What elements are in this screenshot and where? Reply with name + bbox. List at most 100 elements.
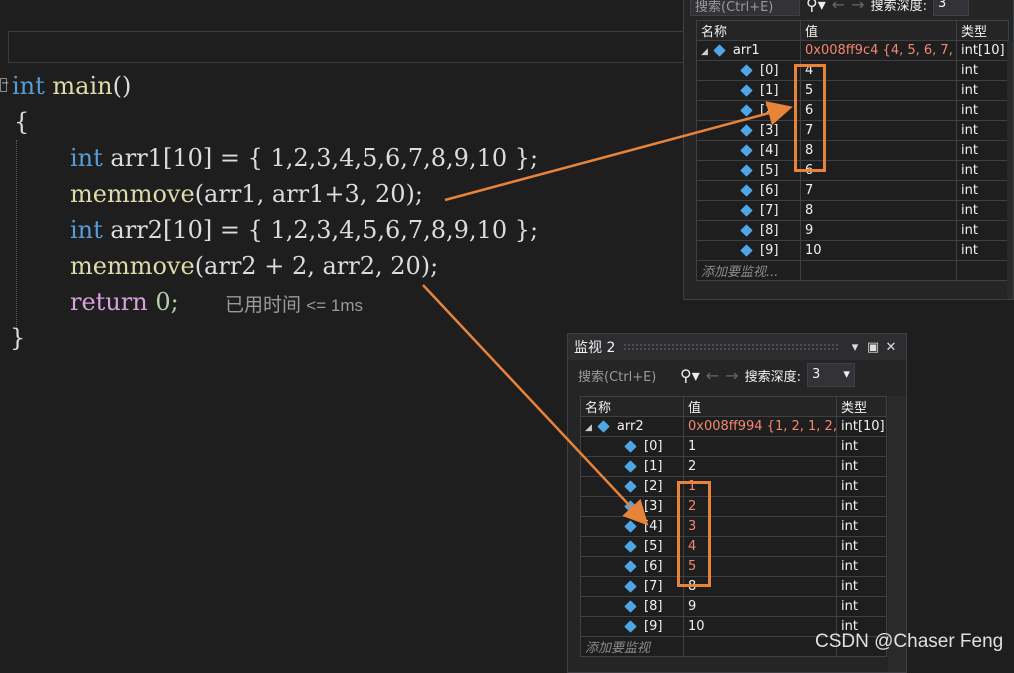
watch-element-row[interactable]: [4] 8 int (696, 140, 1009, 161)
element-name-cell[interactable]: [8] (696, 220, 801, 241)
watch1-depth-select[interactable]: 3 (932, 0, 969, 16)
element-name-cell[interactable]: [2] (696, 100, 801, 121)
watch-parent-row[interactable]: ◢ arr2 0x008ff994 {1, 2, 1, 2,... int[10] (580, 416, 887, 437)
element-name-cell[interactable]: [0] (580, 436, 684, 457)
element-name-cell[interactable]: [7] (580, 576, 684, 597)
watch-element-row[interactable]: [7] 8 int (580, 576, 887, 597)
add-watch-cell[interactable]: 添加要监视 (580, 636, 684, 657)
element-name: [8] (760, 223, 779, 238)
column-header-name[interactable]: 名称 (580, 396, 684, 417)
element-name-cell[interactable]: [9] (696, 240, 801, 261)
watch-element-row[interactable]: [0] 1 int (580, 436, 887, 457)
variable-icon (740, 124, 753, 137)
forward-arrow-icon[interactable]: → (851, 0, 864, 14)
search-icon[interactable]: ⚲▾ (806, 0, 826, 14)
watch-element-row[interactable]: [3] 7 int (696, 120, 1009, 141)
element-value-cell[interactable]: 2 (683, 456, 837, 477)
watch-element-row[interactable]: [2] 1 int (580, 476, 887, 497)
element-name-cell[interactable]: [5] (580, 536, 684, 557)
element-name-cell[interactable]: [3] (696, 120, 801, 141)
watch-panel-1[interactable]: 搜索(Ctrl+E) ⚲▾ ← → 搜索深度: 3 名称 值 类型 ◢ arr1 0… (683, 0, 1014, 300)
element-value-cell[interactable]: 10 (800, 240, 957, 261)
element-value-cell[interactable]: 8 (800, 200, 957, 221)
element-name-cell[interactable]: [2] (580, 476, 684, 497)
watch2-search-input[interactable]: 搜索(Ctrl+E) (574, 363, 674, 387)
column-header-value[interactable]: 值 (800, 20, 957, 41)
var-value-cell[interactable]: 0x008ff994 {1, 2, 1, 2,... (683, 416, 837, 437)
watch1-scrollbar[interactable] (1007, 41, 1013, 299)
watch-element-row[interactable]: [4] 3 int (580, 516, 887, 537)
element-name-cell[interactable]: [1] (696, 80, 801, 101)
column-header-type[interactable]: 类型 (956, 20, 1009, 41)
watch-element-row[interactable]: [1] 2 int (580, 456, 887, 477)
var-name-cell[interactable]: ◢ arr1 (696, 40, 801, 61)
search-icon[interactable]: ⚲▾ (680, 366, 700, 385)
expand-triangle-icon[interactable]: ◢ (585, 423, 592, 433)
element-name-cell[interactable]: [9] (580, 616, 684, 637)
element-name-cell[interactable]: [4] (580, 516, 684, 537)
element-type-cell: int (836, 436, 887, 457)
column-header-type[interactable]: 类型 (836, 396, 887, 417)
element-value-cell[interactable]: 7 (800, 180, 957, 201)
variable-icon (740, 224, 753, 237)
back-arrow-icon[interactable]: ← (832, 0, 845, 14)
column-header-name[interactable]: 名称 (696, 20, 801, 41)
element-name-cell[interactable]: [6] (696, 180, 801, 201)
element-name-cell[interactable]: [5] (696, 160, 801, 181)
watch-element-row[interactable]: [2] 6 int (696, 100, 1009, 121)
add-watch-row[interactable]: 添加要监视... (696, 260, 1009, 281)
element-name-cell[interactable]: [8] (580, 596, 684, 617)
watch2-titlebar[interactable]: 监视 2 ▾ ▣ ✕ (568, 334, 906, 360)
element-name-cell[interactable]: [0] (696, 60, 801, 81)
element-name: [7] (760, 203, 779, 218)
close-icon[interactable]: ✕ (882, 340, 900, 355)
watch2-depth-select[interactable]: 3 ▾ (806, 363, 855, 387)
watch-element-row[interactable]: [5] 4 int (580, 536, 887, 557)
watch-parent-row[interactable]: ◢ arr1 0x008ff9c4 {4, 5, 6, 7, ... int[10] (696, 40, 1009, 61)
element-name: [6] (760, 183, 779, 198)
watch-panel-2[interactable]: 监视 2 ▾ ▣ ✕ 搜索(Ctrl+E) ⚲▾ ← → 搜索深度: 3 ▾ 名称… (567, 333, 907, 673)
watch-element-row[interactable]: [6] 7 int (696, 180, 1009, 201)
forward-arrow-icon[interactable]: → (725, 366, 738, 385)
var-type-cell: int[10] (836, 416, 887, 437)
watch1-depth-label: 搜索深度: (870, 0, 927, 14)
var-value-cell[interactable]: 0x008ff9c4 {4, 5, 6, 7, ... (800, 40, 957, 61)
element-name: [3] (760, 123, 779, 138)
add-watch-cell[interactable]: 添加要监视... (696, 260, 801, 281)
expand-triangle-icon[interactable]: ◢ (701, 47, 708, 57)
watch-element-row[interactable]: [5] 6 int (696, 160, 1009, 181)
drag-handle[interactable] (623, 343, 838, 351)
watch-element-row[interactable]: [6] 5 int (580, 556, 887, 577)
element-name-cell[interactable]: [4] (696, 140, 801, 161)
perf-tip[interactable]: 已用时间 <= 1ms (225, 290, 363, 317)
element-value-cell[interactable]: 9 (800, 220, 957, 241)
element-value-cell[interactable]: 10 (683, 616, 837, 637)
element-value-cell[interactable]: 1 (683, 436, 837, 457)
back-arrow-icon[interactable]: ← (706, 366, 719, 385)
watch-element-row[interactable]: [9] 10 int (696, 240, 1009, 261)
element-name-cell[interactable]: [3] (580, 496, 684, 517)
element-value-cell[interactable]: 9 (683, 596, 837, 617)
watch-element-row[interactable]: [0] 4 int (696, 60, 1009, 81)
element-type-cell: int (836, 536, 887, 557)
watch1-search-input[interactable]: 搜索(Ctrl+E) (690, 0, 800, 16)
watch-element-row[interactable]: [3] 2 int (580, 496, 887, 517)
watch-element-row[interactable]: [7] 8 int (696, 200, 1009, 221)
watch-element-row[interactable]: [1] 5 int (696, 80, 1009, 101)
var-name-cell[interactable]: ◢ arr2 (580, 416, 684, 437)
watch-element-row[interactable]: [8] 9 int (580, 596, 887, 617)
maximize-icon[interactable]: ▣ (864, 340, 882, 355)
column-header-value[interactable]: 值 (683, 396, 837, 417)
watch1-search-row: 搜索(Ctrl+E) ⚲▾ ← → 搜索深度: 3 (684, 0, 1013, 17)
dropdown-icon[interactable]: ▾ (846, 340, 864, 355)
code-line-2: { (14, 108, 30, 136)
code-text: [10] = { 1,2,3,4,5,6,7,8,9,10 }; (162, 216, 539, 244)
navigation-bar[interactable] (8, 31, 728, 63)
collapse-icon[interactable]: − (0, 78, 9, 92)
depth-value: 3 (937, 0, 947, 11)
element-name-cell[interactable]: [1] (580, 456, 684, 477)
element-name-cell[interactable]: [7] (696, 200, 801, 221)
watch-element-row[interactable]: [8] 9 int (696, 220, 1009, 241)
variable-icon (713, 44, 726, 57)
element-name-cell[interactable]: [6] (580, 556, 684, 577)
